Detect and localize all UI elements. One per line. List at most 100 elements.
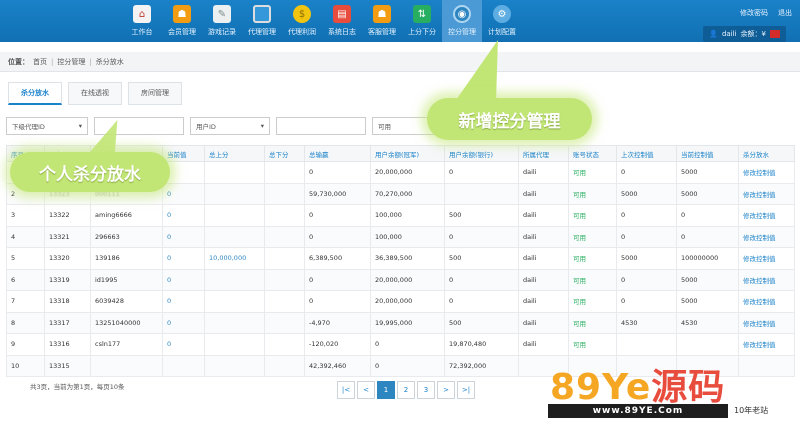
top-right-links: 修改密码 退出 [740,8,792,18]
nav-item-plan-config[interactable]: ⚙ 计划配置 [482,0,522,42]
column-header: 总下分 [264,145,305,162]
breadcrumb-prefix: 位置： [8,57,29,66]
column-header: 账号状态 [568,145,617,162]
balance-label: 余额：¥ [740,30,766,38]
table-cell: 13315 [44,354,91,377]
table-cell: 59,730,000 [304,182,371,205]
table-cell: 0 [616,161,677,184]
user-id-select-value: 用户ID [196,123,216,131]
status-cell: 可用 [568,247,617,270]
table-cell: 10 [6,354,45,377]
edit-control-link[interactable]: 修改控制值 [738,204,795,227]
logout-link[interactable]: 退出 [778,8,792,18]
table-cell: 500 [444,204,519,227]
agent-id-select[interactable]: 下级代理ID ▾ [6,117,88,135]
table-cell [204,225,265,248]
table-cell: 13251040000 [90,311,163,334]
nav-item-members[interactable]: ☗ 会员管理 [162,0,202,42]
balance-badge [770,30,780,38]
status-cell: 可用 [568,311,617,334]
callout-new-control: 新增控分管理 [427,98,592,140]
edit-control-link[interactable]: 修改控制值 [738,247,795,270]
table-cell: 0 [162,225,205,248]
pager-page-3[interactable]: 3 [417,381,435,399]
table-cell: 139186 [90,247,163,270]
table-cell: 72,392,000 [444,354,519,377]
change-password-link[interactable]: 修改密码 [740,8,768,18]
edit-control-link[interactable]: 修改控制值 [738,290,795,313]
nav-item-game-records[interactable]: ✎ 游戏记录 [202,0,242,42]
column-header: 总输赢 [304,145,371,162]
column-header: 当前控制值 [676,145,739,162]
pager-page-1[interactable]: 1 [377,381,395,399]
tab-online-view[interactable]: 在线透视 [68,82,122,105]
edit-control-link[interactable]: 修改控制值 [738,268,795,291]
money-bag-icon: $ [293,5,311,23]
tab-room-management[interactable]: 房间管理 [128,82,182,105]
table-cell: 0 [162,333,205,356]
table-cell [264,268,305,291]
nav-item-agent-profit[interactable]: $ 代理利润 [282,0,322,42]
table-cell: 500 [444,247,519,270]
pager: |< < 1 2 3 > >| [337,381,477,399]
table-cell: 0 [304,204,371,227]
table-cell: 0 [370,333,445,356]
nav-item-control[interactable]: ◉ 控分管理 [442,0,482,42]
nav-label: 游戏记录 [208,28,236,36]
edit-control-link[interactable]: 修改控制值 [738,161,795,184]
table-cell [676,333,739,356]
table-cell: 5000 [676,182,739,205]
nav-item-agents[interactable]: 代理管理 [242,0,282,42]
table-cell: daili [518,161,569,184]
tab-bar: 杀分放水 在线透视 房间管理 [8,82,182,105]
table-cell: daili [518,247,569,270]
table-cell: 9 [6,333,45,356]
status-select-value: 可用 [378,123,391,131]
pager-page-2[interactable]: 2 [397,381,415,399]
column-header: 总上分 [204,145,265,162]
table-cell: 0 [444,290,519,313]
table-cell: 0 [444,161,519,184]
nav-label: 上分下分 [408,28,436,36]
table-cell: 3 [6,204,45,227]
table-row: 6 13319 id1995 0 0 20,000,000 0 daili 可用 0 5000 修改控… [6,268,795,291]
edit-control-link[interactable]: 修改控制值 [738,182,795,205]
pager-next[interactable]: > [437,381,455,399]
table-cell: 0 [162,311,205,334]
pager-last[interactable]: >| [457,381,475,399]
column-header: 所属代理 [518,145,569,162]
column-header: 杀分放水 [738,145,795,162]
table-cell: 5000 [676,290,739,313]
breadcrumb-item-home[interactable]: 首页 [33,57,47,67]
nav-item-system-log[interactable]: ▤ 系统日志 [322,0,362,42]
column-header: 用户余额(冠军) [370,145,445,162]
table-cell [204,182,265,205]
nav-label: 代理管理 [248,28,276,36]
table-cell: 100000000 [676,247,739,270]
pager-first[interactable]: |< [337,381,355,399]
edit-control-link[interactable]: 修改控制值 [738,225,795,248]
table-cell: 70,270,000 [370,182,445,205]
status-cell: 可用 [568,333,617,356]
watermark-tag: 10年老站 [734,406,769,415]
table-cell: 0 [162,290,205,313]
table-cell: 0 [162,268,205,291]
table-cell: 10,000,000 [204,247,265,270]
table-row: 5 13320 139186 0 10,000,000 6,389,500 36,389,5… [6,247,795,270]
table-cell [204,333,265,356]
user-id-select[interactable]: 用户ID ▾ [190,117,270,135]
status-cell: 可用 [568,290,617,313]
breadcrumb-item-control[interactable]: 控分管理 [57,57,85,67]
table-cell: daili [518,182,569,205]
nav-item-customer-service[interactable]: ☗ 客服管理 [362,0,402,42]
nav-item-transfer[interactable]: ⇅ 上分下分 [402,0,442,42]
user-id-input[interactable] [276,117,366,135]
edit-control-link[interactable]: 修改控制值 [738,311,795,334]
pager-prev[interactable]: < [357,381,375,399]
config-icon: ⚙ [493,5,511,23]
nav-label: 计划配置 [488,28,516,36]
status-cell: 可用 [568,161,617,184]
edit-control-link[interactable]: 修改控制值 [738,333,795,356]
tab-kill-release[interactable]: 杀分放水 [8,82,62,105]
nav-item-workbench[interactable]: ⌂ 工作台 [122,0,162,42]
